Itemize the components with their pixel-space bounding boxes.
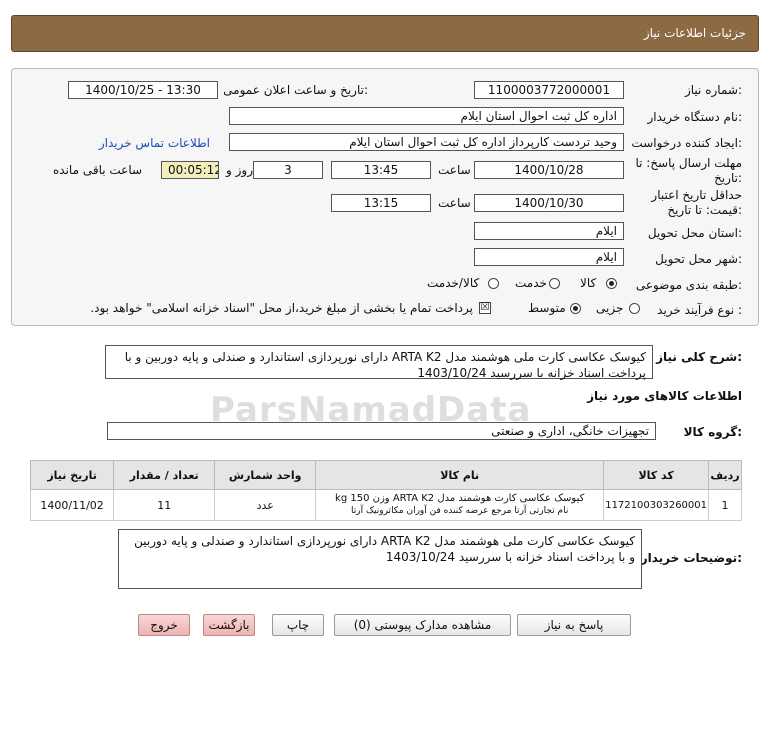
cell-quantity: 11 xyxy=(113,489,216,521)
province-label: استان محل تحویل: xyxy=(647,226,742,240)
col-quantity: تعداد / مقدار xyxy=(113,460,216,490)
days-field: 3 xyxy=(253,161,323,179)
treasury-checkbox[interactable]: ☒ xyxy=(479,302,491,314)
page-header: جزئیات اطلاعات نیاز xyxy=(11,15,759,52)
print-button[interactable]: چاپ xyxy=(272,614,324,636)
announce-field: 1400/10/25 - 13:30 xyxy=(68,81,218,99)
cell-name-line1: کیوسک عکاسی کارت هوشمند مدل ARTA K2 وزن … xyxy=(335,493,585,504)
cell-date: 1400/11/02 xyxy=(29,489,115,521)
buyer-notes-label: توضیحات خریدار: xyxy=(640,551,742,565)
deadline-label: مهلت ارسال پاسخ: تا xyxy=(635,156,742,170)
process-label: نوع فرآیند خرید : xyxy=(657,303,742,317)
deadline-label-2: تاریخ: xyxy=(714,171,742,185)
category-goods-service-radio[interactable] xyxy=(488,278,499,289)
city-label: شهر محل تحویل: xyxy=(655,252,742,266)
category-goods-radio[interactable] xyxy=(606,278,617,289)
process-medium-label: متوسط xyxy=(528,301,566,315)
table-row: 1 1172100303260001 کیوسک عکاسی کارت هوشم… xyxy=(29,489,742,521)
validity-time-label: ساعت xyxy=(438,196,471,210)
page-title: جزئیات اطلاعات نیاز xyxy=(643,26,746,40)
reply-button[interactable]: پاسخ به نیاز xyxy=(517,614,631,636)
col-name: نام کالا xyxy=(315,460,605,490)
buyer-notes-field: کیوسک عکاسی کارت ملی هوشمند مدل ARTA K2 … xyxy=(118,529,642,589)
deadline-date-field: 1400/10/28 xyxy=(474,161,624,179)
category-label: طبقه بندی موضوعی: xyxy=(635,278,742,292)
validity-label: حداقل تاریخ اعتبار xyxy=(651,188,742,202)
goods-group-field: تجهیزات خانگی، اداری و صنعتی xyxy=(107,422,656,440)
cell-name-line2: نام تجارتی آرتا مرجع عرضه کننده فن آوران… xyxy=(351,506,569,516)
validity-time-field: 13:15 xyxy=(331,194,431,212)
col-code: کد کالا xyxy=(603,460,709,490)
province-field: ایلام xyxy=(474,222,624,240)
city-field: ایلام xyxy=(474,248,624,266)
exit-button[interactable]: خروج xyxy=(138,614,190,636)
need-number-field: 1100003772000001 xyxy=(474,81,624,99)
col-index: ردیف xyxy=(708,460,742,490)
need-number-label: شماره نیاز: xyxy=(684,83,742,97)
days-label: روز و xyxy=(226,163,253,177)
remaining-label: ساعت باقی مانده xyxy=(53,163,143,177)
buyer-org-field: اداره کل ثبت احوال استان ایلام xyxy=(229,107,624,125)
process-minor-label: جزیی xyxy=(596,301,624,315)
process-medium-radio[interactable] xyxy=(570,303,581,314)
cell-name: کیوسک عکاسی کارت هوشمند مدل ARTA K2 وزن … xyxy=(315,489,605,521)
category-service-label: خدمت xyxy=(515,276,547,290)
process-minor-radio[interactable] xyxy=(629,303,640,314)
announce-label: تاریخ و ساعت اعلان عمومی: xyxy=(223,83,368,97)
cell-index: 1 xyxy=(708,489,742,521)
summary-field: کیوسک عکاسی کارت ملی هوشمند مدل ARTA K2 … xyxy=(105,345,653,380)
category-goods-label: کالا xyxy=(580,276,597,290)
treasury-note: پرداخت تمام یا بخشی از مبلغ خرید،از محل … xyxy=(90,301,473,315)
goods-table: ردیف کد کالا نام کالا واحد شمارش تعداد /… xyxy=(29,460,742,521)
back-button[interactable]: بازگشت xyxy=(203,614,255,636)
cell-unit: عدد xyxy=(214,489,317,521)
table-header-row: ردیف کد کالا نام کالا واحد شمارش تعداد /… xyxy=(29,460,742,490)
summary-label: شرح کلی نیاز: xyxy=(656,350,742,364)
buyer-org-label: نام دستگاه خریدار: xyxy=(647,110,743,124)
remaining-time-field: 00:05:12 xyxy=(161,161,219,179)
attachments-button[interactable]: مشاهده مدارک پیوستی (0) xyxy=(334,614,511,636)
category-goods-service-label: کالا/خدمت xyxy=(427,276,480,290)
category-service-radio[interactable] xyxy=(549,278,560,289)
validity-label-2: قیمت: تا تاریخ: xyxy=(667,203,742,217)
requester-label: ایجاد کننده درخواست: xyxy=(631,136,742,150)
col-unit: واحد شمارش xyxy=(214,460,317,490)
goods-group-label: گروه کالا: xyxy=(683,425,742,439)
cell-code: 1172100303260001 xyxy=(603,489,709,521)
deadline-time-label: ساعت xyxy=(438,163,471,177)
col-date: تاریخ نیاز xyxy=(29,460,115,490)
deadline-time-field: 13:45 xyxy=(331,161,431,179)
contact-info-link[interactable]: اطلاعات تماس خریدار xyxy=(99,136,210,150)
requester-field: وحید تردست کارپرداز اداره کل ثبت احوال ا… xyxy=(229,133,624,151)
validity-date-field: 1400/10/30 xyxy=(474,194,624,212)
goods-section-title: اطلاعات کالاهای مورد نیاز xyxy=(587,389,742,403)
